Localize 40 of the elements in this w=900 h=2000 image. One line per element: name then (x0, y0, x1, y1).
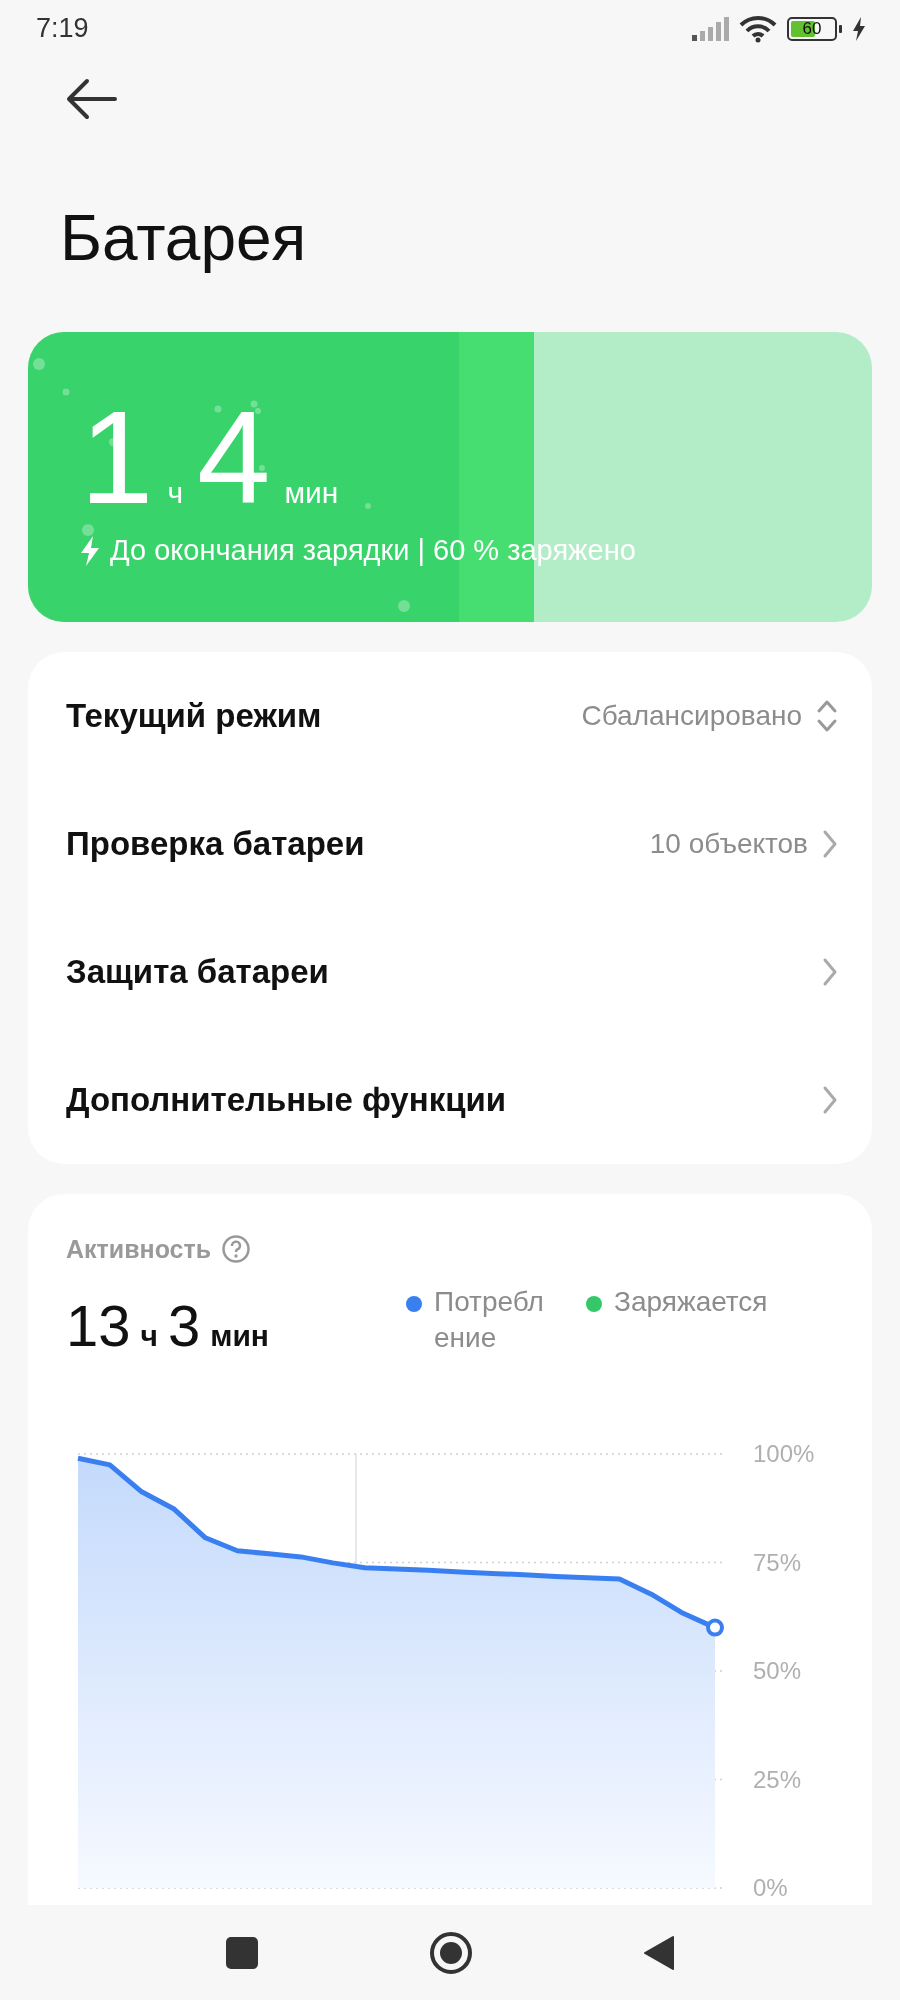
row-value: 10 объектов (649, 828, 808, 860)
hours-value: 1 (80, 392, 154, 524)
axis-tick-label: 75% (753, 1548, 802, 1576)
page-title: Батарея (60, 201, 308, 276)
row-label: Защита батареи (66, 953, 329, 991)
wifi-icon (739, 14, 777, 43)
help-icon[interactable] (221, 1234, 252, 1264)
minutes-value: 3 (167, 1292, 201, 1359)
back-button[interactable] (643, 1934, 675, 1971)
hours-unit: ч (140, 1319, 158, 1353)
minutes-value: 4 (197, 392, 271, 524)
chevron-right-icon (822, 1085, 838, 1115)
home-button[interactable] (429, 1930, 473, 1975)
axis-tick-label: 25% (753, 1765, 802, 1793)
charging-icon (80, 535, 100, 566)
legend-label: Заряжается (614, 1285, 768, 1319)
section-title: Активность (66, 1234, 212, 1264)
row-label: Дополнительные функции (66, 1081, 507, 1119)
axis-tick-label: 50% (753, 1657, 802, 1684)
end-point-marker (706, 1618, 724, 1637)
row-value: Сбалансировано (581, 700, 802, 732)
settings-row[interactable]: Защита батареи (28, 908, 872, 1036)
hours-value: 13 (66, 1292, 131, 1359)
chevron-right-icon (822, 957, 838, 987)
row-label: Проверка батареи (66, 825, 365, 863)
settings-row[interactable]: Текущий режим Сбалансировано (28, 652, 872, 780)
settings-row[interactable]: Дополнительные функции (28, 1036, 872, 1164)
legend-label: Потребление (434, 1285, 545, 1355)
axis-tick-label: 100% (753, 1440, 815, 1467)
row-label: Текущий режим (66, 697, 322, 735)
minutes-unit: мин (284, 476, 339, 510)
chevron-right-icon (822, 829, 838, 859)
axis-tick-label: 0% (753, 1874, 788, 1900)
signal-icon (691, 16, 729, 41)
settings-row[interactable]: Проверка батареи 10 объектов (28, 780, 872, 908)
hours-unit: ч (167, 476, 184, 510)
recents-button[interactable] (225, 1935, 259, 1970)
charging-icon (852, 16, 866, 41)
status-time: 7:19 (36, 13, 89, 44)
minutes-unit: мин (210, 1319, 269, 1353)
